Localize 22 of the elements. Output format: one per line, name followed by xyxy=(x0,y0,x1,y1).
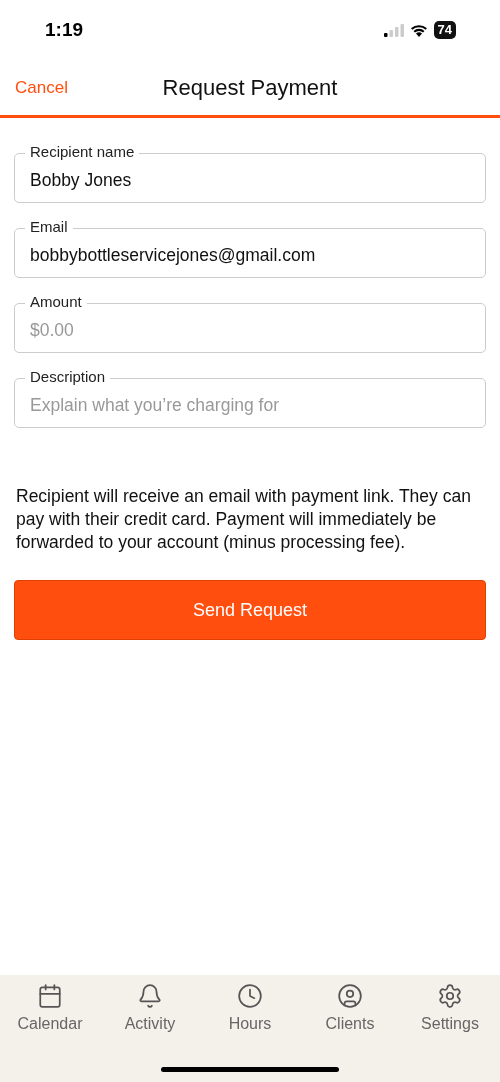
battery-level: 74 xyxy=(433,21,456,39)
calendar-icon xyxy=(37,983,63,1009)
field-label: Amount xyxy=(25,294,87,310)
field-label: Recipient name xyxy=(25,144,140,160)
tab-item[interactable]: Clients xyxy=(300,983,400,1033)
bell-icon xyxy=(137,983,163,1009)
user-icon xyxy=(337,983,363,1009)
tab-item[interactable]: Hours xyxy=(200,983,300,1033)
tab-item[interactable]: Settings xyxy=(400,983,500,1033)
send-request-button[interactable]: Send Request xyxy=(14,580,486,640)
info-text: Recipient will receive an email with payment link. They can pay with their credit card. Payment will immediately be forwarded to your account (minus processing fee). xyxy=(16,485,472,554)
settings-icon xyxy=(437,983,463,1009)
tab-item[interactable]: Activity xyxy=(100,983,200,1033)
page-title: Request Payment xyxy=(162,74,338,101)
cancel-button[interactable]: Cancel xyxy=(15,77,68,98)
status-time: 1:19 xyxy=(45,19,84,41)
tab-item[interactable]: Calendar xyxy=(0,983,100,1033)
field-label: Description xyxy=(25,369,111,385)
wifi-icon xyxy=(409,23,428,37)
field-label: Email xyxy=(25,219,73,235)
clock-icon xyxy=(237,983,263,1009)
signal-icon xyxy=(383,23,404,37)
